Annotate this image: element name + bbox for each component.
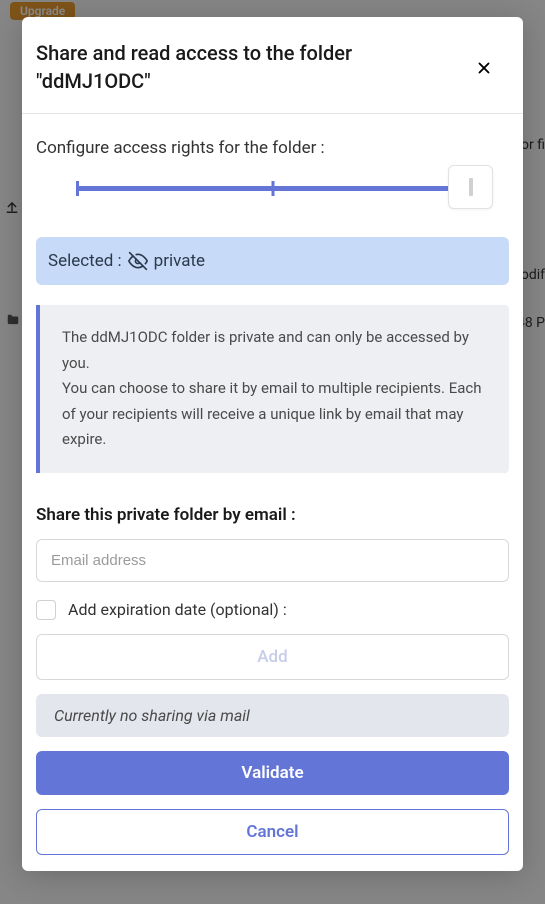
close-icon: [475, 65, 493, 80]
configure-label: Configure access rights for the folder :: [36, 138, 509, 158]
selected-prefix: Selected :: [48, 251, 122, 271]
cancel-button[interactable]: Cancel: [36, 809, 509, 855]
share-by-email-label: Share this private folder by email :: [36, 505, 509, 525]
email-input[interactable]: [36, 539, 509, 582]
selected-status: Selected : private: [36, 237, 509, 285]
slider-handle-grip-icon: [469, 178, 473, 196]
expiration-label: Add expiration date (optional) :: [68, 600, 287, 619]
validate-button[interactable]: Validate: [36, 751, 509, 795]
info-box: The ddMJ1ODC folder is private and can o…: [36, 305, 509, 473]
share-modal: Share and read access to the folder "ddM…: [22, 17, 523, 871]
access-slider[interactable]: [76, 186, 469, 191]
close-button[interactable]: [469, 53, 499, 86]
modal-title: Share and read access to the folder "ddM…: [36, 39, 456, 95]
slider-tick: [271, 181, 274, 196]
info-line: You can choose to share it by email to m…: [62, 376, 487, 453]
no-sharing-status: Currently no sharing via mail: [36, 694, 509, 737]
eye-off-icon: [128, 251, 148, 271]
add-button[interactable]: Add: [36, 634, 509, 680]
info-line: The ddMJ1ODC folder is private and can o…: [62, 325, 487, 376]
expiration-checkbox[interactable]: [36, 600, 56, 620]
slider-tick: [76, 181, 79, 196]
selected-value: private: [154, 251, 205, 271]
slider-handle[interactable]: [448, 165, 493, 209]
